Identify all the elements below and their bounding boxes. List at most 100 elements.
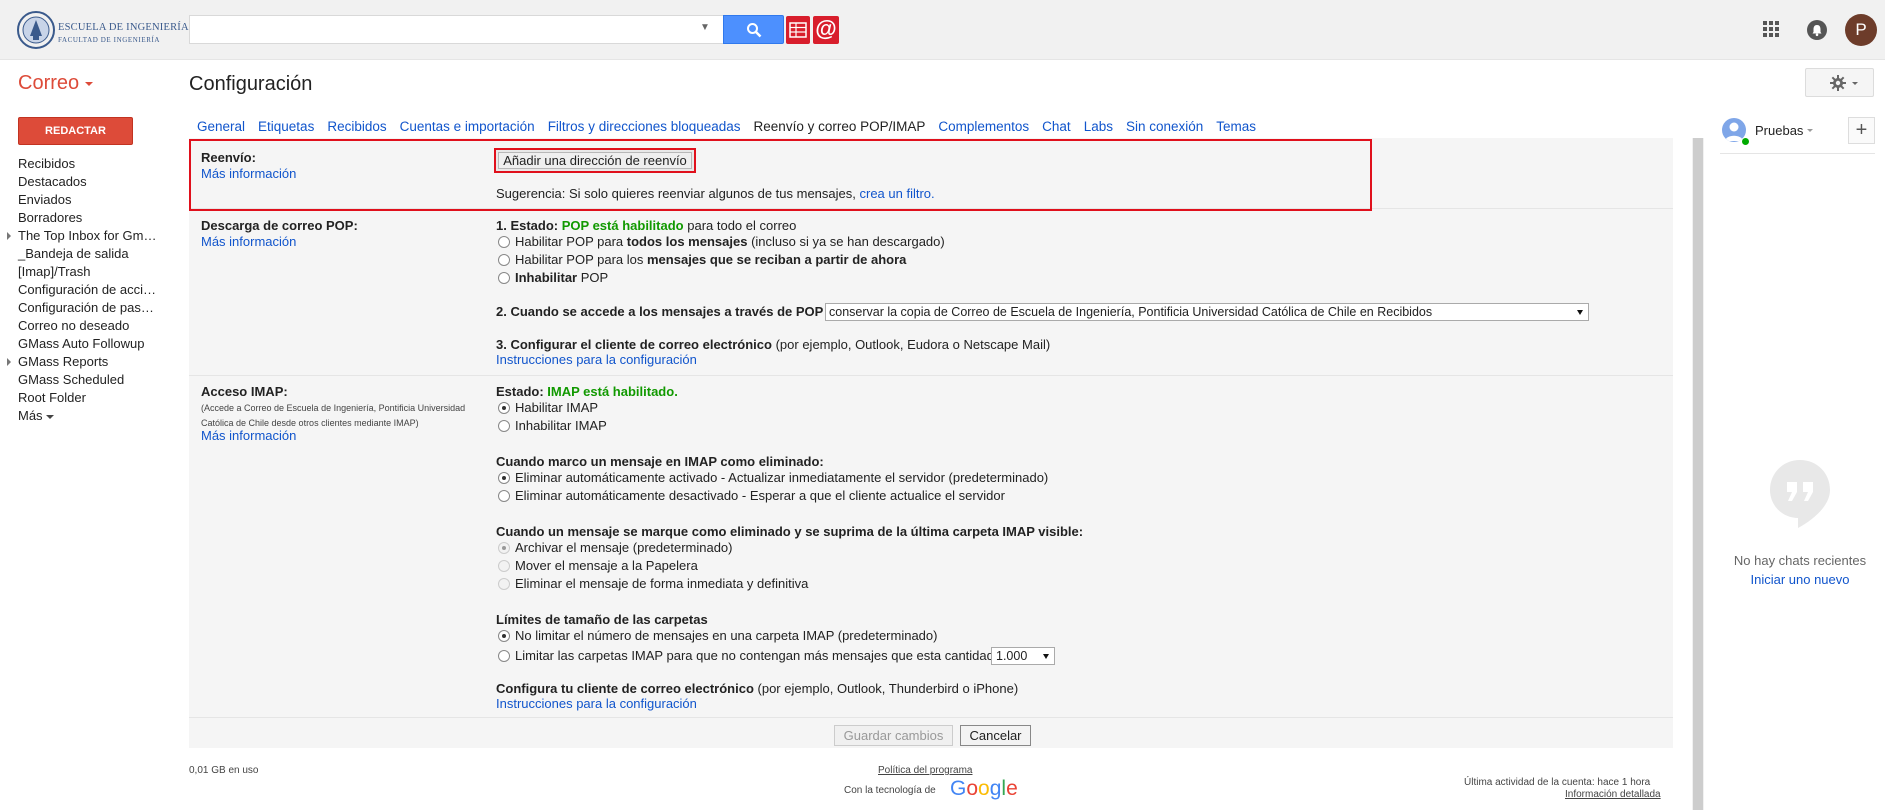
limit-radio[interactable] bbox=[498, 650, 510, 662]
nav-item[interactable]: GMass Auto Followup bbox=[0, 335, 165, 353]
google-logo-letter: g bbox=[989, 777, 1002, 800]
nav-item[interactable]: GMass Scheduled bbox=[0, 371, 165, 389]
nav-item[interactable]: Destacados bbox=[0, 173, 165, 191]
sheet-icon[interactable] bbox=[786, 16, 810, 44]
imap-more-info-link[interactable]: Más información bbox=[201, 428, 296, 443]
pop-label: Descarga de correo POP: bbox=[201, 218, 358, 233]
nav-item[interactable]: Recibidos bbox=[0, 155, 165, 173]
tab[interactable]: Cuentas e importación bbox=[400, 119, 535, 134]
new-chat-button[interactable]: + bbox=[1848, 117, 1875, 144]
nav-item[interactable]: Borradores bbox=[0, 209, 165, 227]
cancel-button[interactable]: Cancelar bbox=[960, 725, 1031, 746]
nav-item[interactable]: Configuración de acci… bbox=[0, 281, 165, 299]
delete-forever-label: Eliminar el mensaje de forma inmediata y… bbox=[515, 576, 809, 591]
tab[interactable]: Reenvío y correo POP/IMAP bbox=[754, 119, 926, 134]
search-options-caret-icon[interactable]: ▼ bbox=[700, 22, 710, 33]
nav-more-label: Más bbox=[18, 408, 43, 423]
no-recent-chats: No hay chats recientes bbox=[1733, 553, 1867, 568]
apps-icon[interactable] bbox=[1762, 20, 1780, 38]
chevron-down-icon bbox=[45, 414, 54, 419]
powered-by: Con la tecnología de bbox=[844, 785, 936, 796]
imap-desc-line: Católica de Chile desde otros clientes m… bbox=[201, 418, 419, 428]
nav-item-label: GMass Auto Followup bbox=[18, 336, 145, 351]
add-forwarding-address-button[interactable]: Añadir una dirección de reenvío bbox=[494, 148, 696, 173]
imap-disable-radio[interactable] bbox=[498, 420, 510, 432]
tab[interactable]: Recibidos bbox=[327, 119, 386, 134]
pop-status-prefix: 1. Estado: bbox=[496, 218, 559, 233]
expand-arrow-icon[interactable] bbox=[7, 232, 11, 240]
settings-button[interactable] bbox=[1805, 68, 1874, 97]
nav-item[interactable]: _Bandeja de salida bbox=[0, 245, 165, 263]
tab[interactable]: Temas bbox=[1216, 119, 1256, 134]
nav-item[interactable]: [Imap]/Trash bbox=[0, 263, 165, 281]
nav-item[interactable]: Configuración de pas… bbox=[0, 299, 165, 317]
program-policy-link[interactable]: Política del programa bbox=[878, 765, 973, 776]
pop-config-label: 3. Configurar el cliente de correo elect… bbox=[496, 337, 772, 352]
nav-item[interactable]: The Top Inbox for Gm… bbox=[0, 227, 165, 245]
tab[interactable]: General bbox=[197, 119, 245, 134]
search-button[interactable] bbox=[723, 15, 784, 44]
pop-config-instructions-link[interactable]: Instrucciones para la configuración bbox=[496, 352, 697, 367]
chat-user-name[interactable]: Pruebas bbox=[1755, 123, 1803, 138]
auto-expunge-on-radio[interactable] bbox=[498, 472, 510, 484]
pop-all-radio[interactable] bbox=[498, 236, 510, 248]
imap-config-instructions-link[interactable]: Instrucciones para la configuración bbox=[496, 696, 697, 711]
nav-item[interactable]: Root Folder bbox=[0, 389, 165, 407]
google-logo-letter: o bbox=[966, 777, 979, 800]
logo-line-2: FACULTAD DE INGENIERÍA bbox=[58, 36, 161, 44]
imap-desc-line: (Accede a Correo de Escuela de Ingenierí… bbox=[201, 403, 466, 413]
activity-details-link[interactable]: Información detallada bbox=[1565, 789, 1661, 800]
tab[interactable]: Etiquetas bbox=[258, 119, 314, 134]
imap-description: (Accede a Correo de Escuela de Ingenierí… bbox=[201, 401, 465, 431]
trash-radio[interactable] bbox=[498, 560, 510, 572]
pop-status-value: POP está habilitado bbox=[561, 218, 684, 233]
pop-access-select[interactable]: conservar la copia de Correo de Escuela … bbox=[825, 303, 1589, 321]
mail-label: Correo bbox=[18, 72, 80, 94]
nav-item[interactable]: GMass Reports bbox=[0, 353, 165, 371]
tab[interactable]: Labs bbox=[1084, 119, 1113, 134]
nav-item[interactable]: Correo no deseado bbox=[0, 317, 165, 335]
tab[interactable]: Sin conexión bbox=[1126, 119, 1203, 134]
option-text: Habilitar POP para los bbox=[515, 252, 644, 267]
row-divider bbox=[189, 717, 1673, 718]
imap-client-config: Configura tu cliente de correo electróni… bbox=[496, 681, 1018, 696]
auto-expunge-on-label: Eliminar automáticamente activado - Actu… bbox=[515, 470, 1049, 485]
at-icon[interactable]: @ bbox=[813, 16, 839, 44]
imap-status-value: IMAP está habilitado. bbox=[547, 384, 678, 399]
nav-item-label: Correo no deseado bbox=[18, 318, 130, 333]
pop-status-suffix: para todo el correo bbox=[687, 218, 797, 233]
compose-button[interactable]: REDACTAR bbox=[18, 117, 133, 145]
chevron-down-icon[interactable] bbox=[1807, 129, 1813, 132]
save-changes-button[interactable]: Guardar cambios bbox=[834, 725, 953, 746]
notifications-icon[interactable] bbox=[1807, 20, 1827, 40]
archive-radio[interactable] bbox=[498, 542, 510, 554]
logo-line-1: ESCUELA DE INGENIERÍA bbox=[58, 22, 189, 33]
start-new-chat-link[interactable]: Iniciar uno nuevo bbox=[1700, 572, 1885, 587]
imap-status: Estado: IMAP está habilitado. bbox=[496, 384, 678, 399]
nav-item[interactable]: Enviados bbox=[0, 191, 165, 209]
search-input[interactable] bbox=[189, 15, 723, 44]
nav-item-label: Root Folder bbox=[18, 390, 86, 405]
expand-arrow-icon[interactable] bbox=[7, 358, 11, 366]
scrollbar-thumb[interactable] bbox=[1693, 138, 1703, 810]
delete-forever-radio[interactable] bbox=[498, 578, 510, 590]
auto-expunge-off-radio[interactable] bbox=[498, 490, 510, 502]
create-filter-link[interactable]: crea un filtro. bbox=[860, 186, 935, 201]
folder-size-select[interactable]: 1.000 bbox=[991, 647, 1055, 665]
tab[interactable]: Chat bbox=[1042, 119, 1071, 134]
option-text: Habilitar POP para bbox=[515, 234, 624, 249]
pop-more-info-link[interactable]: Más información bbox=[201, 234, 296, 249]
account-avatar[interactable]: P bbox=[1845, 14, 1877, 46]
forwarding-more-info-link[interactable]: Más información bbox=[201, 166, 296, 181]
mail-app-switcher[interactable]: Correo bbox=[18, 72, 94, 95]
tab[interactable]: Filtros y direcciones bloqueadas bbox=[548, 119, 741, 134]
imap-enable-radio[interactable] bbox=[498, 402, 510, 414]
tab[interactable]: Complementos bbox=[938, 119, 1029, 134]
no-limit-radio[interactable] bbox=[498, 630, 510, 642]
nav-item-label: Configuración de acci… bbox=[18, 282, 157, 297]
nav-more[interactable]: Más bbox=[0, 407, 165, 425]
school-logo[interactable]: ESCUELA DE INGENIERÍA FACULTAD DE INGENI… bbox=[16, 6, 189, 54]
pop-new-radio[interactable] bbox=[498, 254, 510, 266]
auto-expunge-off-label: Eliminar automáticamente desactivado - E… bbox=[515, 488, 1005, 503]
pop-disable-radio[interactable] bbox=[498, 272, 510, 284]
